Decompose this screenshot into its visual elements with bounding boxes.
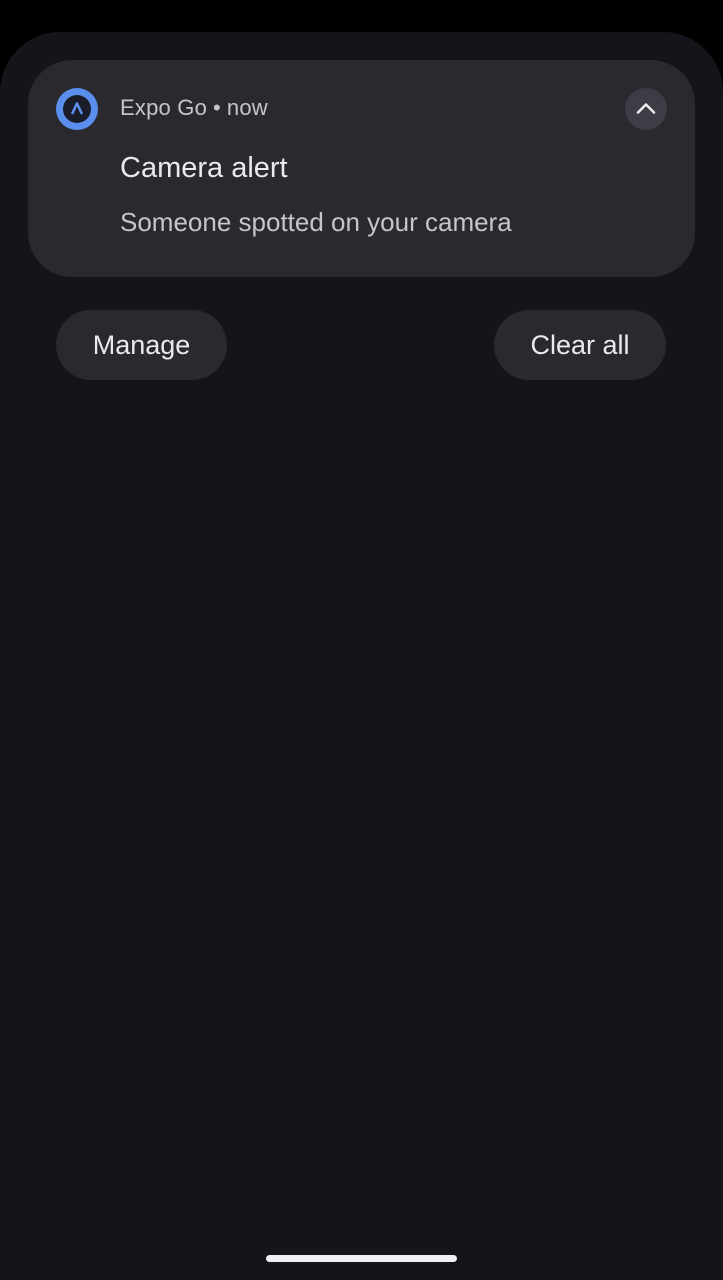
app-name: Expo Go: [120, 95, 208, 120]
home-gesture-bar[interactable]: [266, 1255, 457, 1262]
notification-title: Camera alert: [120, 152, 288, 184]
manage-button[interactable]: Manage: [56, 310, 227, 380]
collapse-button[interactable]: [625, 88, 667, 130]
notification-shade: Expo Go • now Camera alert Someone spotted…: [0, 32, 723, 1280]
chevron-up-icon: [636, 103, 656, 114]
header-separator: •: [213, 95, 221, 120]
notification-body: Someone spotted on your camera: [120, 207, 512, 237]
clear-all-button[interactable]: Clear all: [494, 310, 666, 380]
notification-time: now: [226, 95, 268, 120]
notification-card[interactable]: Expo Go • now Camera alert Someone spotted…: [28, 60, 695, 277]
expo-go-icon: [56, 88, 98, 130]
notification-header: Expo Go • now: [120, 95, 268, 121]
